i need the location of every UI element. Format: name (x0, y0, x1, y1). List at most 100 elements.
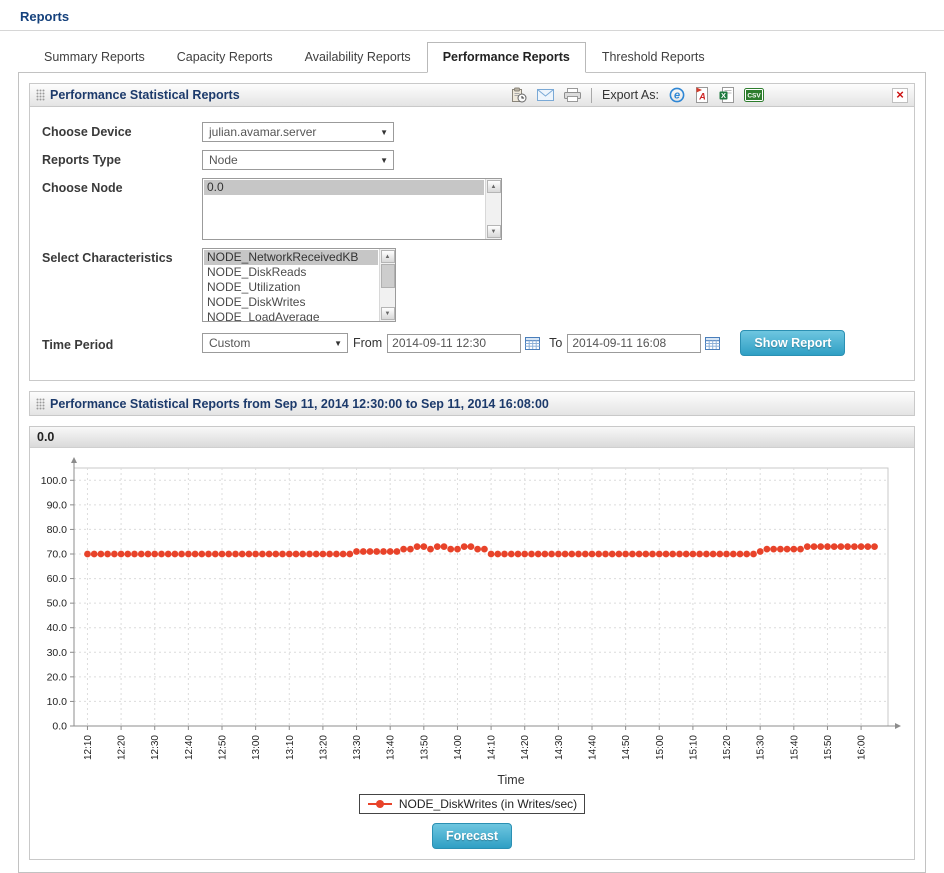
content-panel: Performance Statistical Reports (18, 72, 926, 873)
svg-text:80.0: 80.0 (47, 524, 68, 536)
performance-chart: 0.010.020.030.040.050.060.070.080.090.01… (32, 454, 912, 792)
select-characteristics-row: Select Characteristics NODE_NetworkRecei… (42, 248, 904, 322)
scroll-down-icon[interactable]: ▼ (487, 225, 501, 238)
to-label: To (549, 336, 562, 350)
tab-summary-reports[interactable]: Summary Reports (28, 42, 161, 72)
characteristics-listbox[interactable]: NODE_NetworkReceivedKBNODE_DiskReadsNODE… (202, 248, 396, 322)
tab-capacity-reports[interactable]: Capacity Reports (161, 42, 289, 72)
report-result-widget: Performance Statistical Reports from Sep… (29, 391, 915, 416)
choose-device-value: julian.avamar.server (209, 125, 316, 139)
calendar-icon[interactable] (525, 336, 540, 350)
drag-handle-icon[interactable] (36, 89, 45, 101)
export-html-icon[interactable]: e (669, 87, 685, 103)
print-icon[interactable] (564, 88, 581, 102)
choose-node-listbox[interactable]: 0.0 ▲ ▼ (202, 178, 502, 240)
config-widget-title: Performance Statistical Reports (50, 88, 240, 102)
svg-text:15:50: 15:50 (823, 735, 834, 760)
svg-text:14:20: 14:20 (520, 735, 531, 760)
export-csv-icon[interactable]: CSV (744, 88, 764, 102)
time-period-label: Time Period (42, 335, 202, 352)
scroll-up-icon[interactable]: ▲ (487, 180, 501, 193)
svg-text:70.0: 70.0 (47, 549, 68, 561)
svg-text:100.0: 100.0 (41, 475, 67, 487)
svg-text:14:10: 14:10 (487, 735, 498, 760)
svg-text:15:40: 15:40 (789, 735, 800, 760)
from-date-input[interactable] (387, 334, 521, 353)
characteristic-list-item[interactable]: NODE_NetworkReceivedKB (204, 250, 378, 265)
email-icon[interactable] (537, 89, 554, 101)
tab-availability-reports[interactable]: Availability Reports (289, 42, 427, 72)
svg-text:12:40: 12:40 (184, 735, 195, 760)
chart-group-title: 0.0 (30, 427, 914, 448)
forecast-button[interactable]: Forecast (432, 823, 512, 849)
svg-text:14:40: 14:40 (588, 735, 599, 760)
svg-text:0.0: 0.0 (52, 721, 67, 733)
report-tabs: Summary ReportsCapacity ReportsAvailabil… (28, 42, 944, 72)
scrollbar-thumb[interactable] (381, 264, 395, 288)
characteristic-list-item[interactable]: NODE_DiskWrites (204, 295, 378, 310)
svg-text:13:40: 13:40 (386, 735, 397, 760)
characteristic-list-item[interactable]: NODE_DiskReads (204, 265, 378, 280)
svg-text:30.0: 30.0 (47, 647, 68, 659)
breadcrumb[interactable]: Reports (0, 0, 944, 30)
chevron-down-icon: ▼ (334, 339, 342, 348)
node-list-item[interactable]: 0.0 (204, 180, 484, 195)
time-period-row: Time Period Custom ▼ From (42, 330, 904, 356)
reports-type-select[interactable]: Node ▼ (202, 150, 394, 170)
characteristic-list-item[interactable]: NODE_Utilization (204, 280, 378, 295)
svg-text:90.0: 90.0 (47, 499, 68, 511)
time-period-select[interactable]: Custom ▼ (202, 333, 348, 353)
svg-text:15:10: 15:10 (688, 735, 699, 760)
svg-text:A: A (698, 92, 706, 102)
svg-text:12:20: 12:20 (117, 735, 128, 760)
choose-device-select[interactable]: julian.avamar.server ▼ (202, 122, 394, 142)
drag-handle-icon[interactable] (36, 398, 45, 410)
choose-node-row: Choose Node 0.0 ▲ ▼ (42, 178, 904, 240)
export-pdf-icon[interactable]: A (695, 87, 709, 103)
export-excel-icon[interactable]: X (719, 87, 734, 103)
node-list-scrollbar[interactable]: ▲ ▼ (485, 179, 501, 239)
chevron-down-icon: ▼ (380, 128, 388, 137)
tab-threshold-reports[interactable]: Threshold Reports (586, 42, 721, 72)
svg-text:13:00: 13:00 (251, 735, 262, 760)
show-report-button[interactable]: Show Report (740, 330, 845, 356)
time-period-value: Custom (209, 336, 250, 350)
schedule-report-icon[interactable] (510, 87, 527, 103)
svg-text:15:30: 15:30 (756, 735, 767, 760)
scroll-up-icon[interactable]: ▲ (381, 250, 395, 263)
svg-text:20.0: 20.0 (47, 671, 68, 683)
close-icon[interactable]: × (892, 88, 908, 103)
chart-legend: NODE_DiskWrites (in Writes/sec) (30, 794, 914, 814)
characteristics-scrollbar[interactable]: ▲ ▼ (379, 249, 395, 321)
svg-text:14:00: 14:00 (453, 735, 464, 760)
characteristic-list-item[interactable]: NODE_LoadAverage (204, 310, 378, 321)
reports-type-row: Reports Type Node ▼ (42, 150, 904, 170)
svg-text:13:10: 13:10 (285, 735, 296, 760)
tab-performance-reports[interactable]: Performance Reports (427, 42, 586, 73)
svg-text:CSV: CSV (747, 93, 761, 100)
forecast-button-wrap: Forecast (30, 823, 914, 849)
from-label: From (353, 336, 382, 350)
toolbar-divider (591, 88, 592, 103)
svg-text:12:10: 12:10 (83, 735, 94, 760)
export-as-label: Export As: (602, 88, 659, 102)
to-date-input[interactable] (567, 334, 701, 353)
report-config-form: Choose Device julian.avamar.server ▼ Rep… (30, 107, 914, 380)
svg-text:e: e (674, 90, 680, 102)
scroll-down-icon[interactable]: ▼ (381, 307, 395, 320)
report-config-widget: Performance Statistical Reports (29, 83, 915, 381)
svg-text:50.0: 50.0 (47, 598, 68, 610)
chart-container: 0.0 0.010.020.030.040.050.060.070.080.09… (29, 426, 915, 860)
svg-text:15:20: 15:20 (722, 735, 733, 760)
svg-text:60.0: 60.0 (47, 573, 68, 585)
legend-label: NODE_DiskWrites (in Writes/sec) (399, 797, 577, 811)
svg-text:12:30: 12:30 (150, 735, 161, 760)
legend-marker-icon (367, 799, 393, 809)
svg-text:14:50: 14:50 (621, 735, 632, 760)
svg-text:13:50: 13:50 (419, 735, 430, 760)
breadcrumb-divider (0, 30, 944, 31)
svg-text:13:30: 13:30 (352, 735, 363, 760)
widget-toolbar: Export As: e A (510, 87, 764, 103)
svg-text:14:30: 14:30 (554, 735, 565, 760)
calendar-icon[interactable] (705, 336, 720, 350)
